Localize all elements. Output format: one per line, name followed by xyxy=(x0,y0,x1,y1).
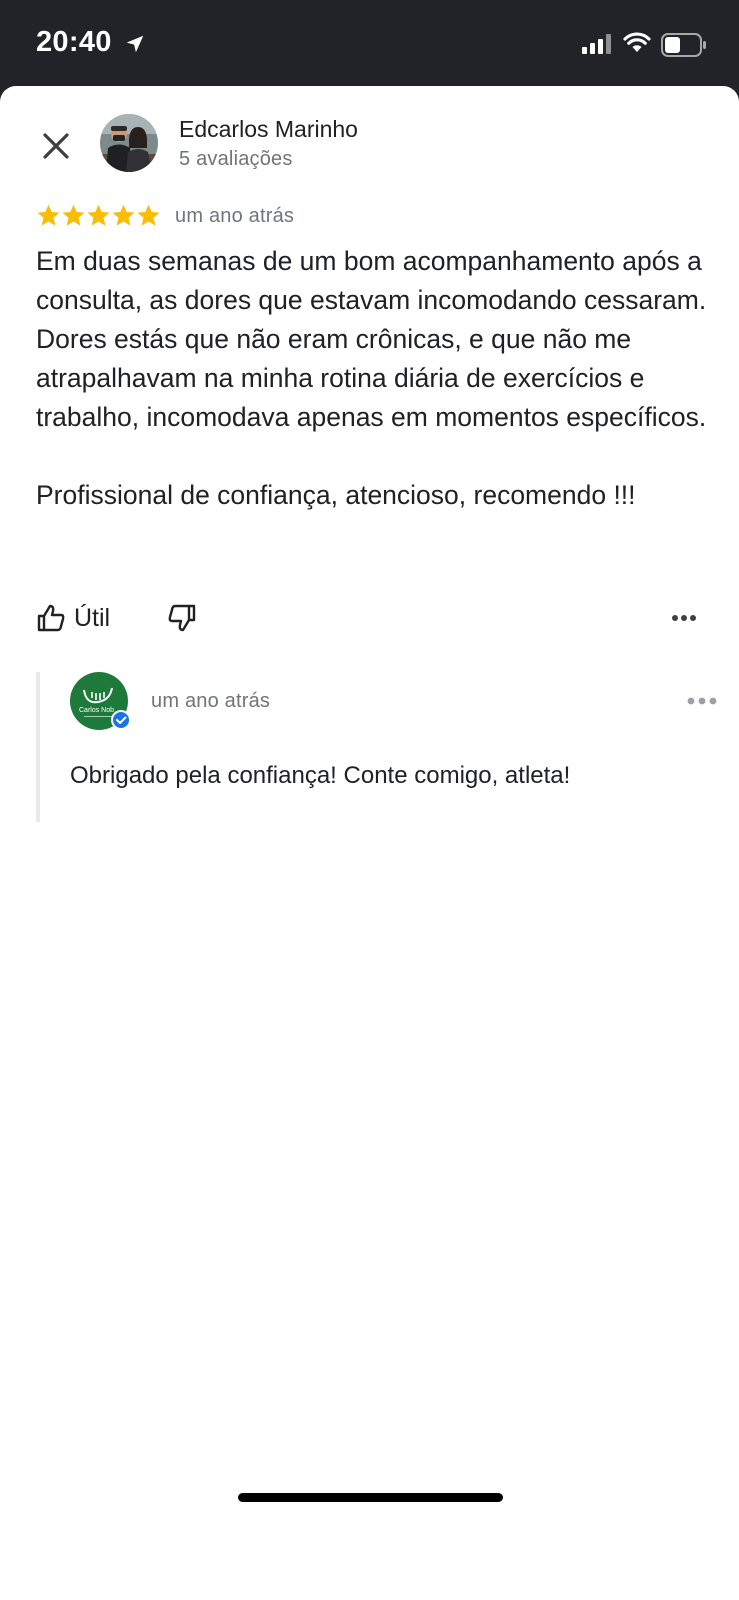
star-icon xyxy=(62,204,85,226)
reply-text: Obrigado pela confiança! Conte comigo, a… xyxy=(70,762,571,789)
more-horizontal-icon xyxy=(687,697,717,705)
reviewer-review-count: 5 avaliações xyxy=(179,148,293,170)
home-indicator[interactable] xyxy=(238,1493,503,1502)
reply-more-options-button[interactable] xyxy=(682,686,722,716)
owner-logo: Carlos Nob xyxy=(70,672,131,730)
star-icon xyxy=(137,204,160,226)
status-time: 20:40 xyxy=(36,26,112,58)
reviewer-name[interactable]: Edcarlos Marinho xyxy=(179,116,358,143)
battery-icon xyxy=(661,33,706,57)
owner-avatar[interactable]: Carlos Nob xyxy=(70,672,131,730)
reviewer-photo xyxy=(100,114,158,172)
star-icon xyxy=(112,204,135,226)
review-paragraph: Profissional de confiança, atencioso, re… xyxy=(36,480,636,510)
star-icon xyxy=(87,204,110,226)
close-icon xyxy=(43,133,69,159)
status-bar: 20:40 xyxy=(0,0,739,88)
review-paragraph: Em duas semanas de um bom acompanhamento… xyxy=(36,246,707,432)
cellular-signal-icon xyxy=(582,34,611,54)
close-button[interactable] xyxy=(36,126,76,166)
review-sheet: Edcarlos Marinho 5 avaliações um ano atr… xyxy=(0,86,739,1600)
star-icon xyxy=(37,204,60,226)
owner-logo-text: Carlos Nob xyxy=(79,707,114,714)
reply-time: um ano atrás xyxy=(151,690,271,712)
wifi-icon xyxy=(623,32,651,52)
location-arrow-icon xyxy=(126,35,144,53)
star-rating xyxy=(36,203,161,228)
review-text: Em duas semanas de um bom acompanhamento… xyxy=(36,242,716,554)
reviewer-avatar[interactable] xyxy=(100,114,158,172)
review-time: um ano atrás xyxy=(175,205,295,227)
owner-reply: Carlos Nob um ano atrás Obrigado pela co… xyxy=(36,672,717,822)
